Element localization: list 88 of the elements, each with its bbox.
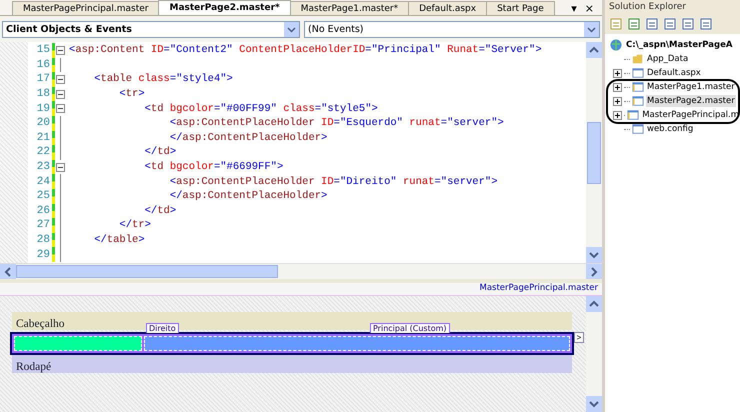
document-tab[interactable]: MasterPage1.master* xyxy=(290,1,410,15)
code-line: <asp:ContentPlaceHolder ID="Esquerdo" runat="server"> xyxy=(168,117,504,130)
file-icon xyxy=(632,81,644,93)
line-number: 29 xyxy=(36,248,50,261)
code-line: </table> xyxy=(93,234,145,246)
line-number: 17 xyxy=(36,73,50,86)
collapse-icon[interactable] xyxy=(56,46,65,55)
scroll-down-button[interactable] xyxy=(586,396,602,412)
code-line: </asp:ContentPlaceHolder> xyxy=(168,132,328,144)
toolbar-icon[interactable] xyxy=(681,17,695,31)
line-number: 23 xyxy=(36,161,50,174)
close-icon[interactable]: × xyxy=(584,2,594,15)
tree-item[interactable]: MasterPagePrincipal.m xyxy=(641,109,740,121)
code-line: <tr> xyxy=(118,88,145,100)
toolbar-icon[interactable] xyxy=(627,17,641,31)
collapse-icon[interactable] xyxy=(56,90,65,99)
folder-icon xyxy=(632,53,644,65)
line-number: 22 xyxy=(36,146,50,158)
tree-item[interactable]: C:\_aspn\MasterPageA xyxy=(625,39,734,51)
line-number: 15 xyxy=(36,44,50,56)
document-tab[interactable]: MasterPage2.master* xyxy=(158,0,291,15)
smart-tag-button[interactable]: > xyxy=(574,332,584,343)
collapse-icon[interactable] xyxy=(56,74,65,84)
line-number: 28 xyxy=(36,234,50,246)
globe-icon xyxy=(609,38,623,52)
expand-icon[interactable] xyxy=(613,68,622,78)
scrollbar-thumb[interactable] xyxy=(16,265,278,278)
line-number: 19 xyxy=(36,102,50,115)
chevron-icon xyxy=(284,22,299,36)
master-file-name[interactable]: MasterPagePrincipal.master xyxy=(479,283,598,293)
code-line: <asp:Content ID="Content2" ContentPlaceHolderID="Principal" Runat="Server"> xyxy=(69,44,542,56)
toolbar-icon[interactable] xyxy=(663,17,677,31)
placeholder-label: Principal (Custom) xyxy=(370,323,450,333)
vertical-scrollbar[interactable] xyxy=(586,42,602,263)
expand-icon[interactable] xyxy=(613,96,622,106)
placeholder-cell[interactable] xyxy=(14,336,142,351)
document-tab[interactable]: MasterPagePrincipal.master xyxy=(12,1,160,15)
scroll-left-button[interactable] xyxy=(0,264,16,280)
line-number: 21 xyxy=(36,132,50,144)
tree-item[interactable]: Default.aspx xyxy=(646,67,702,79)
footer-text: Rodapé xyxy=(16,361,52,373)
toolbar-icon[interactable] xyxy=(609,17,623,31)
code-line: <table class="style4"> xyxy=(93,73,233,86)
line-number: 24 xyxy=(36,176,50,188)
file-icon xyxy=(627,109,640,121)
code-line: <td bgcolor="#00FF99" class="style5"> xyxy=(144,102,378,115)
file-icon xyxy=(632,95,644,107)
line-number: 25 xyxy=(36,190,50,202)
line-number: 27 xyxy=(36,219,50,232)
chevron-icon xyxy=(584,22,599,36)
tree-item[interactable]: MasterPage2.master xyxy=(646,95,736,107)
code-line: <asp:ContentPlaceHolder ID="Direito" runat="server"> xyxy=(168,176,498,188)
object-dropdown[interactable]: Client Objects & Events xyxy=(2,20,300,38)
file-icon xyxy=(632,67,644,79)
tree-item[interactable]: web.config xyxy=(646,123,694,135)
code-line: </tr> xyxy=(118,219,151,232)
document-tab[interactable]: Default.aspx xyxy=(408,1,488,15)
scroll-up-button[interactable] xyxy=(586,296,602,312)
line-number: 26 xyxy=(36,204,50,217)
scroll-right-button[interactable] xyxy=(586,264,602,280)
panel-title: Solution Explorer xyxy=(609,2,686,12)
scrollbar-thumb[interactable] xyxy=(587,122,601,184)
code-line: <td bgcolor="#6699FF"> xyxy=(144,161,284,174)
code-line: </td> xyxy=(144,146,176,158)
event-dropdown[interactable]: (No Events) xyxy=(304,20,600,38)
tree-item[interactable]: MasterPage1.master xyxy=(646,81,736,93)
line-number: 16 xyxy=(36,58,50,71)
header-text: Cabeçalho xyxy=(16,318,65,330)
scroll-down-button[interactable] xyxy=(586,247,602,263)
tab-menu-icon[interactable]: ▾ xyxy=(571,2,577,15)
placeholder-cell[interactable] xyxy=(144,336,570,351)
tree-item[interactable]: App_Data xyxy=(646,53,690,65)
expand-icon[interactable] xyxy=(613,110,622,120)
scroll-up-button[interactable] xyxy=(586,42,602,58)
file-icon xyxy=(632,123,644,135)
collapse-icon[interactable] xyxy=(56,162,65,172)
line-number: 18 xyxy=(36,88,50,100)
vertical-scrollbar[interactable] xyxy=(586,296,602,412)
code-line: </asp:ContentPlaceHolder> xyxy=(168,190,328,202)
document-tab[interactable]: Start Page xyxy=(486,1,555,15)
horizontal-scrollbar[interactable] xyxy=(0,263,602,279)
placeholder-label: Direito xyxy=(146,323,179,333)
collapse-icon[interactable] xyxy=(56,104,65,114)
line-number: 20 xyxy=(36,117,50,130)
toolbar-icon[interactable] xyxy=(645,17,659,31)
expand-icon[interactable] xyxy=(613,82,622,92)
toolbar-icon[interactable] xyxy=(699,17,713,31)
code-line: </td> xyxy=(144,204,176,217)
